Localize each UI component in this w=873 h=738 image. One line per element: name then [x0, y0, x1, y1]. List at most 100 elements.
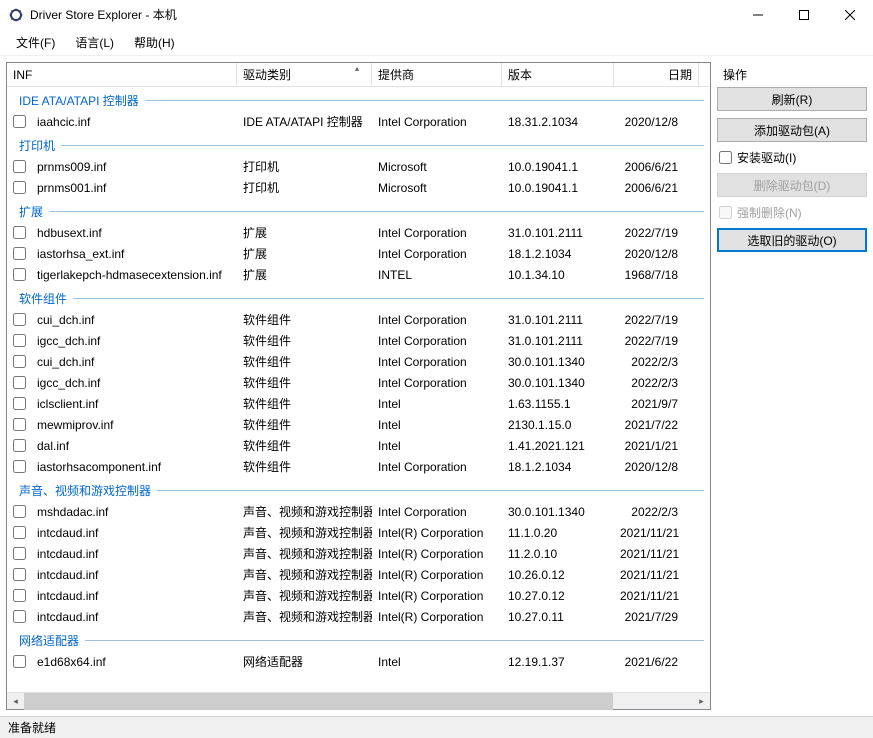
row-checkbox[interactable] [13, 355, 26, 368]
cell-date: 2021/11/21 [614, 526, 684, 540]
row-checkbox[interactable] [13, 460, 26, 473]
horizontal-scrollbar[interactable]: ◂ ▸ [7, 692, 710, 709]
scroll-right-icon[interactable]: ▸ [693, 693, 710, 710]
cell-category: 扩展 [237, 245, 372, 262]
group-header[interactable]: 声音、视频和游戏控制器 [7, 477, 710, 501]
menu-file[interactable]: 文件(F) [6, 31, 65, 54]
menu-language[interactable]: 语言(L) [65, 31, 124, 54]
cell-version: 12.19.1.37 [502, 655, 614, 669]
group-header[interactable]: 扩展 [7, 198, 710, 222]
table-row[interactable]: intcdaud.inf声音、视频和游戏控制器Intel(R) Corporat… [7, 606, 710, 627]
scrollbar-thumb[interactable] [24, 693, 613, 710]
status-text: 准备就绪 [8, 719, 56, 736]
cell-version: 18.1.2.1034 [502, 247, 614, 261]
table-row[interactable]: intcdaud.inf声音、视频和游戏控制器Intel(R) Corporat… [7, 522, 710, 543]
row-checkbox[interactable] [13, 115, 26, 128]
cell-provider: Intel [372, 655, 502, 669]
cell-inf: tigerlakepch-hdmasecextension.inf [31, 268, 237, 282]
close-button[interactable] [827, 0, 873, 30]
table-row[interactable]: e1d68x64.inf网络适配器Intel12.19.1.372021/6/2… [7, 651, 710, 672]
install-driver-checkbox[interactable] [719, 151, 732, 164]
column-header-inf[interactable]: INF [7, 63, 237, 86]
cell-category: 声音、视频和游戏控制器 [237, 524, 372, 541]
row-checkbox[interactable] [13, 247, 26, 260]
cell-inf: mshdadac.inf [31, 505, 237, 519]
row-checkbox[interactable] [13, 313, 26, 326]
row-checkbox[interactable] [13, 418, 26, 431]
group-header[interactable]: IDE ATA/ATAPI 控制器 [7, 87, 710, 111]
group-header[interactable]: 网络适配器 [7, 627, 710, 651]
group-name: 打印机 [19, 137, 55, 154]
add-driver-button[interactable]: 添加驱动包(A) [717, 118, 867, 142]
column-header-provider[interactable]: 提供商 [372, 63, 502, 86]
table-row[interactable]: hdbusext.inf扩展Intel Corporation31.0.101.… [7, 222, 710, 243]
cell-inf: mewmiprov.inf [31, 418, 237, 432]
cell-date: 2022/2/3 [614, 376, 684, 390]
menu-help[interactable]: 帮助(H) [124, 31, 185, 54]
row-checkbox[interactable] [13, 568, 26, 581]
row-checkbox[interactable] [13, 397, 26, 410]
table-row[interactable]: mshdadac.inf声音、视频和游戏控制器Intel Corporation… [7, 501, 710, 522]
row-checkbox[interactable] [13, 226, 26, 239]
group-name: 软件组件 [19, 290, 67, 307]
table-row[interactable]: cui_dch.inf软件组件Intel Corporation30.0.101… [7, 351, 710, 372]
table-row[interactable]: intcdaud.inf声音、视频和游戏控制器Intel(R) Corporat… [7, 585, 710, 606]
column-header-version[interactable]: 版本 [502, 63, 614, 86]
refresh-button[interactable]: 刷新(R) [717, 87, 867, 111]
row-checkbox[interactable] [13, 268, 26, 281]
table-row[interactable]: cui_dch.inf软件组件Intel Corporation31.0.101… [7, 309, 710, 330]
row-checkbox[interactable] [13, 526, 26, 539]
table-row[interactable]: tigerlakepch-hdmasecextension.inf扩展INTEL… [7, 264, 710, 285]
cell-inf: intcdaud.inf [31, 568, 237, 582]
scroll-left-icon[interactable]: ◂ [7, 693, 24, 710]
table-row[interactable]: iastorhsacomponent.inf软件组件Intel Corporat… [7, 456, 710, 477]
row-checkbox[interactable] [13, 610, 26, 623]
cell-category: 扩展 [237, 224, 372, 241]
cell-version: 31.0.101.2111 [502, 313, 614, 327]
cell-version: 31.0.101.2111 [502, 334, 614, 348]
cell-date: 2021/9/7 [614, 397, 684, 411]
row-checkbox[interactable] [13, 589, 26, 602]
cell-category: 打印机 [237, 158, 372, 175]
row-checkbox[interactable] [13, 505, 26, 518]
cell-provider: Intel(R) Corporation [372, 589, 502, 603]
status-bar: 准备就绪 [0, 716, 873, 738]
table-row[interactable]: prnms009.inf打印机Microsoft10.0.19041.12006… [7, 156, 710, 177]
table-row[interactable]: mewmiprov.inf软件组件Intel2130.1.15.02021/7/… [7, 414, 710, 435]
cell-category: 软件组件 [237, 395, 372, 412]
row-checkbox[interactable] [13, 547, 26, 560]
maximize-button[interactable] [781, 0, 827, 30]
row-checkbox[interactable] [13, 439, 26, 452]
table-row[interactable]: intcdaud.inf声音、视频和游戏控制器Intel(R) Corporat… [7, 543, 710, 564]
row-checkbox[interactable] [13, 655, 26, 668]
table-row[interactable]: igcc_dch.inf软件组件Intel Corporation31.0.10… [7, 330, 710, 351]
table-row[interactable]: iaahcic.infIDE ATA/ATAPI 控制器Intel Corpor… [7, 111, 710, 132]
cell-inf: intcdaud.inf [31, 526, 237, 540]
group-divider [145, 100, 704, 101]
cell-category: 软件组件 [237, 437, 372, 454]
table-row[interactable]: igcc_dch.inf软件组件Intel Corporation30.0.10… [7, 372, 710, 393]
cell-provider: INTEL [372, 268, 502, 282]
table-row[interactable]: dal.inf软件组件Intel1.41.2021.1212021/1/21 [7, 435, 710, 456]
select-old-drivers-button[interactable]: 选取旧的驱动(O) [717, 228, 867, 252]
column-header-category[interactable]: 驱动类别 [237, 63, 372, 86]
driver-list[interactable]: IDE ATA/ATAPI 控制器iaahcic.infIDE ATA/ATAP… [7, 87, 710, 692]
column-header-date[interactable]: 日期 [614, 63, 699, 86]
group-header[interactable]: 打印机 [7, 132, 710, 156]
table-row[interactable]: iastorhsa_ext.inf扩展Intel Corporation18.1… [7, 243, 710, 264]
cell-provider: Intel Corporation [372, 226, 502, 240]
table-row[interactable]: intcdaud.inf声音、视频和游戏控制器Intel(R) Corporat… [7, 564, 710, 585]
group-header[interactable]: 软件组件 [7, 285, 710, 309]
table-row[interactable]: iclsclient.inf软件组件Intel1.63.1155.12021/9… [7, 393, 710, 414]
table-row[interactable]: prnms001.inf打印机Microsoft10.0.19041.12006… [7, 177, 710, 198]
cell-date: 2021/1/21 [614, 439, 684, 453]
row-checkbox[interactable] [13, 334, 26, 347]
cell-provider: Intel Corporation [372, 460, 502, 474]
group-divider [157, 490, 704, 491]
title-bar: Driver Store Explorer - 本机 [0, 0, 873, 30]
row-checkbox[interactable] [13, 160, 26, 173]
row-checkbox[interactable] [13, 376, 26, 389]
minimize-button[interactable] [735, 0, 781, 30]
row-checkbox[interactable] [13, 181, 26, 194]
install-driver-checkbox-row[interactable]: 安装驱动(I) [717, 149, 867, 166]
